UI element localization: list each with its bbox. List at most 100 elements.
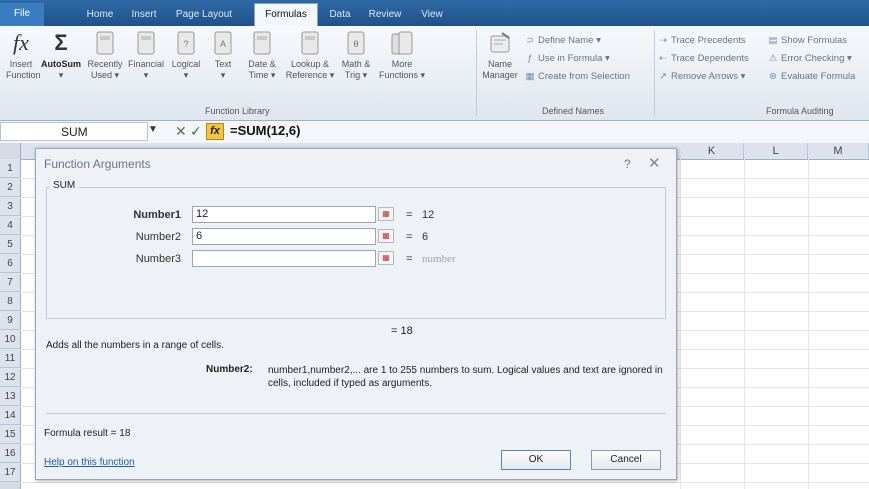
row-header[interactable]: 17 — [0, 463, 20, 482]
tab-formulas[interactable]: Formulas — [254, 3, 318, 27]
cancel-entry-icon[interactable]: ✕ — [175, 123, 187, 140]
financial-button[interactable]: Financial ▾ — [126, 30, 166, 81]
help-icon[interactable]: ? — [624, 157, 631, 171]
formula-result: Formula result = 18 — [44, 428, 131, 439]
more-functions-button[interactable]: More Functions ▾ — [378, 30, 426, 81]
row-header[interactable]: 2 — [0, 178, 20, 197]
lookup-reference-label-2: Reference ▾ — [285, 70, 335, 80]
column-header-m[interactable]: M — [808, 143, 869, 159]
arg-equals: = — [406, 253, 413, 265]
insert-function-icon[interactable]: fx — [206, 123, 224, 140]
row-header[interactable]: 12 — [0, 368, 20, 387]
arg-equals: = — [406, 209, 413, 221]
sigma-icon: Σ — [54, 30, 68, 55]
tab-review[interactable]: Review — [362, 4, 408, 26]
book-icon: ? — [177, 31, 195, 55]
fx-icon: fx — [13, 30, 29, 55]
collapse-dialog-icon[interactable]: ▦ — [378, 207, 394, 221]
math-trig-button[interactable]: θ Math & Trig ▾ — [336, 30, 376, 81]
function-library-group-label: Function Library — [205, 106, 270, 116]
gridline — [680, 159, 681, 489]
remove-arrows-button[interactable]: ↗ Remove Arrows ▾ — [658, 70, 745, 84]
text-functions-button[interactable]: A Text ▾ — [206, 30, 240, 81]
text-functions-label-1: Text — [214, 59, 232, 69]
help-link[interactable]: Help on this function — [44, 457, 135, 468]
row-header[interactable]: 13 — [0, 387, 20, 406]
row-header[interactable]: 4 — [0, 216, 20, 235]
date-time-button[interactable]: Date & Time ▾ — [240, 30, 284, 81]
row-header[interactable]: 6 — [0, 254, 20, 273]
tab-page-layout[interactable]: Page Layout — [168, 4, 240, 26]
trace-dependents-button[interactable]: ⇠ Trace Dependents — [658, 52, 749, 66]
show-formulas-label: Show Formulas — [781, 35, 847, 46]
math-trig-label-1: Math & — [341, 59, 371, 69]
collapse-dialog-icon[interactable]: ▦ — [378, 229, 394, 243]
row-header[interactable]: 3 — [0, 197, 20, 216]
svg-text:?: ? — [183, 39, 188, 49]
evaluate-formula-button[interactable]: ⊛ Evaluate Formula — [768, 70, 855, 84]
create-from-selection-button[interactable]: ▦ Create from Selection — [525, 70, 630, 84]
cancel-button[interactable]: Cancel — [591, 450, 661, 470]
defined-names-group-label: Defined Names — [542, 106, 605, 116]
dialog-divider — [46, 413, 666, 414]
function-arguments-dialog: Function Arguments ? ✕ SUM Number1 12 ▦ … — [35, 148, 677, 480]
collapse-dialog-icon[interactable]: ▦ — [378, 251, 394, 265]
tab-file[interactable]: File — [0, 3, 44, 26]
tag-icon: ⊃ — [526, 35, 534, 46]
name-box[interactable]: SUM — [0, 122, 148, 141]
tab-insert[interactable]: Insert — [122, 4, 166, 26]
tab-view[interactable]: View — [412, 4, 452, 26]
arg-result-number3: number — [422, 253, 456, 265]
define-name-button[interactable]: ⊃ Define Name ▾ — [525, 34, 601, 48]
arg-input-number1[interactable]: 12 — [192, 206, 376, 223]
row-headers: 1 2 3 4 5 6 7 8 9 10 11 12 13 14 15 16 17 — [0, 143, 21, 489]
tab-home[interactable]: Home — [80, 4, 120, 26]
row-header[interactable]: 9 — [0, 311, 20, 330]
arg-input-number2[interactable]: 6 — [192, 228, 376, 245]
recently-used-button[interactable]: Recently Used ▾ — [84, 30, 126, 81]
row-header[interactable]: 7 — [0, 273, 20, 292]
row-header[interactable]: 10 — [0, 330, 20, 349]
recently-used-label-1: Recently — [87, 59, 123, 69]
confirm-entry-icon[interactable]: ✓ — [190, 123, 202, 140]
trace-precedents-button[interactable]: ⇢ Trace Precedents — [658, 34, 746, 48]
book-icon — [137, 31, 155, 55]
use-in-formula-button[interactable]: ƒ Use in Formula ▾ — [525, 52, 609, 66]
column-header-k[interactable]: K — [680, 143, 744, 159]
column-header-l[interactable]: L — [744, 143, 808, 159]
row-header[interactable]: 16 — [0, 444, 20, 463]
row-header[interactable]: 14 — [0, 406, 20, 425]
row-header[interactable]: 1 — [0, 159, 20, 178]
logical-button[interactable]: ? Logical ▾ — [166, 30, 206, 81]
gridline — [808, 159, 809, 489]
name-manager-button[interactable]: Name Manager — [480, 30, 520, 81]
close-icon[interactable]: ✕ — [648, 154, 661, 172]
remove-arrows-icon: ↗ — [659, 71, 667, 82]
define-name-label: Define Name ▾ — [538, 35, 601, 46]
autosum-button[interactable]: Σ AutoSum ▾ — [40, 30, 82, 81]
formula-input[interactable]: =SUM(12,6) — [230, 123, 300, 138]
row-header[interactable]: 8 — [0, 292, 20, 311]
ribbon-tab-bar: File Home Insert Page Layout Formulas Da… — [0, 0, 869, 27]
text-book-icon: A — [214, 31, 232, 55]
date-time-label-2: Time ▾ — [248, 70, 276, 80]
row-header[interactable]: 5 — [0, 235, 20, 254]
books-icon — [391, 31, 413, 55]
lookup-reference-label-1: Lookup & — [290, 59, 330, 69]
evaluate-formula-label: Evaluate Formula — [781, 71, 856, 82]
insert-function-button[interactable]: fx Insert Function — [6, 30, 41, 81]
row-header[interactable]: 11 — [0, 349, 20, 368]
create-from-selection-label: Create from Selection — [538, 71, 630, 82]
tab-data[interactable]: Data — [320, 4, 360, 26]
formula-auditing-group-label: Formula Auditing — [766, 106, 834, 116]
function-description: Adds all the numbers in a range of cells… — [46, 340, 224, 351]
chevron-down-icon[interactable]: ▼ — [148, 124, 158, 135]
lookup-reference-button[interactable]: Lookup & Reference ▾ — [284, 30, 336, 81]
arg-result-number2: 6 — [422, 231, 429, 243]
show-formulas-button[interactable]: ▤ Show Formulas — [768, 34, 848, 48]
arg-input-number3[interactable] — [192, 250, 376, 267]
trace-precedents-icon: ⇢ — [659, 35, 667, 46]
ok-button[interactable]: OK — [501, 450, 571, 470]
error-checking-button[interactable]: ⚠ Error Checking ▾ — [768, 52, 852, 66]
row-header[interactable]: 15 — [0, 425, 20, 444]
